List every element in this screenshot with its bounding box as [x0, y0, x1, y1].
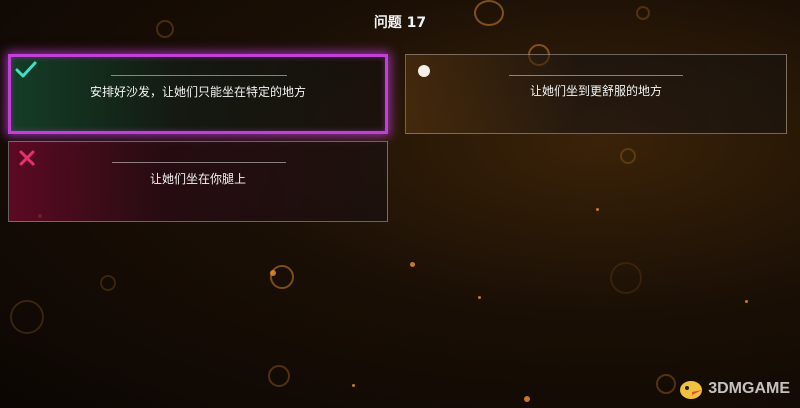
divider-line [509, 75, 683, 76]
answer-option-3[interactable]: 让她们坐在你腿上 [8, 141, 388, 222]
answer-label: 让她们坐在你腿上 [149, 172, 246, 186]
divider-line [111, 75, 287, 76]
answer-option-2[interactable]: 让她们坐到更舒服的地方 [405, 54, 787, 134]
dot-icon [418, 65, 430, 77]
watermark: 3DMGAME [678, 378, 790, 400]
answer-label: 让她们坐到更舒服的地方 [529, 84, 662, 98]
divider-line [112, 162, 286, 163]
check-icon [15, 61, 37, 78]
cross-icon [19, 150, 35, 166]
answer-label: 安排好沙发，让她们只能坐在特定的地方 [89, 85, 306, 99]
question-title: 问题 17 [373, 15, 427, 31]
watermark-logo-icon [680, 381, 703, 399]
answer-option-1[interactable]: 安排好沙发，让她们只能坐在特定的地方 [8, 54, 388, 134]
watermark-text: 3DMGAME [708, 380, 790, 397]
